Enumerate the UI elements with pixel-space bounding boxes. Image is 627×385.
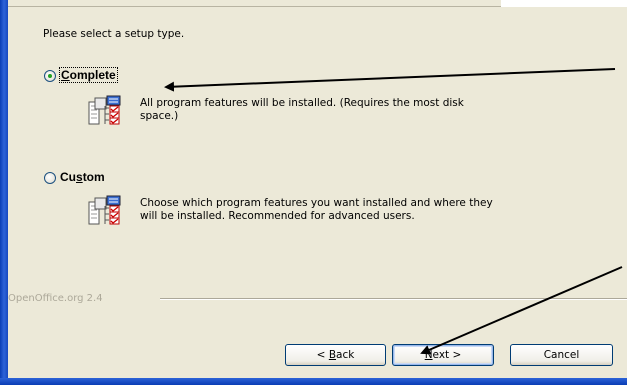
custom-label-pre: Cu [60, 170, 76, 184]
header-gap [501, 0, 627, 7]
complete-access-key: C [61, 68, 70, 82]
window-frame-bottom [0, 378, 627, 385]
footer-brand: OpenOffice.org 2.4 [8, 293, 103, 304]
footer-separator [160, 298, 627, 300]
back-button-pre: < [316, 349, 329, 361]
custom-description-line2: will be installed. Recommended for advan… [140, 210, 415, 222]
back-button[interactable]: < Back [285, 344, 386, 366]
complete-radio[interactable] [44, 70, 56, 82]
next-button-key: N [424, 349, 433, 361]
complete-label-rest: omplete [69, 68, 116, 82]
feature-tree-icon [88, 195, 121, 225]
complete-description: All program features will be installed. … [140, 97, 464, 123]
radio-selected-dot [48, 74, 52, 78]
complete-label[interactable]: Complete [59, 67, 118, 83]
complete-description-line2: space.) [140, 110, 179, 122]
next-button[interactable]: Next > [392, 344, 494, 366]
complete-description-line1: All program features will be installed. … [140, 97, 464, 109]
custom-access-key: s [76, 170, 83, 184]
back-button-key: B [328, 349, 337, 361]
feature-tree-icon [88, 95, 121, 125]
cancel-button[interactable]: Cancel [510, 344, 613, 366]
custom-description-line1: Choose which program features you want i… [140, 197, 493, 209]
custom-label[interactable]: Custom [60, 170, 105, 184]
window-frame-left [0, 0, 8, 385]
custom-radio[interactable] [44, 172, 56, 184]
next-button-rest: ext > [432, 349, 462, 361]
header-separator [8, 0, 501, 7]
setup-type-dialog: Please select a setup type. Complete All… [0, 0, 627, 385]
annotation-arrows [164, 68, 623, 355]
custom-description: Choose which program features you want i… [140, 197, 493, 223]
custom-label-rest: tom [82, 170, 105, 184]
arrow-annotation-next [420, 266, 623, 355]
back-button-rest: ack [336, 349, 355, 361]
setup-prompt: Please select a setup type. [43, 28, 185, 40]
arrow-annotation-complete [164, 68, 616, 92]
